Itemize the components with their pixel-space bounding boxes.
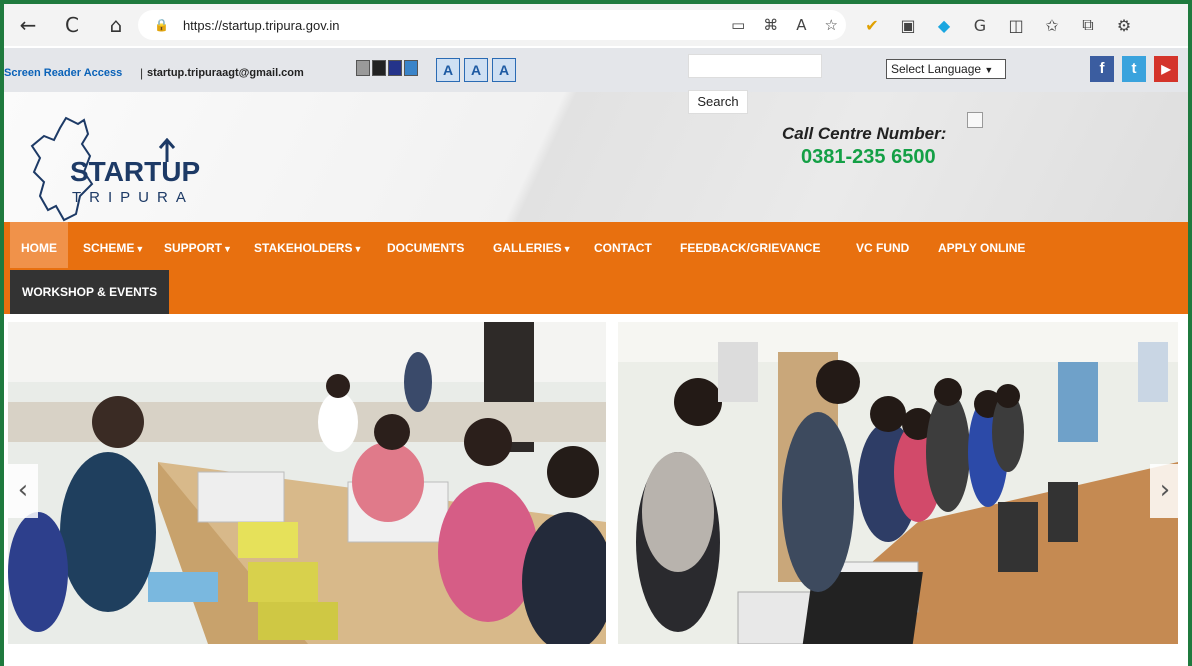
read-aloud-icon[interactable]: A bbox=[796, 16, 806, 34]
language-select[interactable]: Select Language ▼ bbox=[886, 59, 1006, 79]
split-screen-icon[interactable]: ◫ bbox=[1006, 16, 1026, 35]
nav-label: SCHEME bbox=[83, 241, 135, 255]
browser-toolbar: ← C ⌂ 🔒 https://startup.tripura.gov.in ▭… bbox=[4, 4, 1188, 46]
search-input[interactable] bbox=[688, 54, 822, 78]
favorite-star-icon[interactable]: ☆ bbox=[825, 16, 838, 34]
email-link[interactable]: startup.tripuraagt@gmail.com bbox=[147, 67, 304, 79]
nav-label: CONTACT bbox=[594, 241, 652, 255]
nav-label: HOME bbox=[21, 241, 57, 255]
nav-support[interactable]: SUPPORT▼ bbox=[164, 222, 232, 268]
nav-label: SUPPORT bbox=[164, 241, 223, 255]
call-centre-number[interactable]: 0381-235 6500 bbox=[801, 146, 936, 169]
font-size-large-button[interactable]: A bbox=[492, 58, 516, 82]
chevron-down-icon: ▼ bbox=[984, 65, 994, 75]
nav-label: FEEDBACK/GRIEVANCE bbox=[680, 241, 821, 255]
collections-icon[interactable]: ⧉ bbox=[1078, 15, 1098, 35]
broken-image-icon bbox=[967, 112, 983, 128]
main-nav: HOME SCHEME▼ SUPPORT▼ STAKEHOLDERS▼ DOCU… bbox=[4, 222, 1188, 314]
twitter-icon[interactable]: t bbox=[1122, 56, 1146, 82]
nav-label: APPLY ONLINE bbox=[938, 241, 1026, 255]
home-icon[interactable]: ⌂ bbox=[98, 9, 134, 41]
refresh-icon[interactable]: C bbox=[54, 9, 90, 41]
extension-gear-icon[interactable]: ⚙ bbox=[1114, 16, 1134, 35]
nav-label: DOCUMENTS bbox=[387, 241, 465, 255]
facebook-icon[interactable]: f bbox=[1090, 56, 1114, 82]
language-select-label: Select Language bbox=[891, 62, 982, 76]
nav-vc-fund[interactable]: VC FUND bbox=[856, 222, 909, 268]
nav-home[interactable]: HOME bbox=[10, 222, 68, 268]
caret-down-icon: ▼ bbox=[223, 244, 232, 254]
favorites-icon[interactable]: ✩ bbox=[1042, 16, 1062, 35]
slide-photo-right[interactable] bbox=[618, 322, 1178, 644]
contrast-option-blue[interactable] bbox=[404, 60, 418, 76]
extension-shield-icon[interactable]: ◆ bbox=[934, 16, 954, 35]
nav-label: WORKSHOP & EVENTS bbox=[22, 285, 158, 299]
image-slider: ‹ › bbox=[4, 322, 1188, 666]
nav-galleries[interactable]: GALLERIES▼ bbox=[493, 222, 572, 268]
back-icon[interactable]: ← bbox=[10, 9, 46, 41]
call-centre-label: Call Centre Number: bbox=[782, 124, 947, 143]
extension-g-icon[interactable]: G bbox=[970, 16, 990, 35]
font-size-normal-button[interactable]: A bbox=[464, 58, 488, 82]
caret-down-icon: ▼ bbox=[353, 244, 363, 254]
slider-prev-button[interactable]: ‹ bbox=[8, 464, 38, 518]
youtube-icon[interactable]: ▶ bbox=[1154, 56, 1178, 82]
nav-label: GALLERIES bbox=[493, 241, 562, 255]
nav-label: VC FUND bbox=[856, 241, 910, 255]
extension-square-icon[interactable]: ▣ bbox=[898, 16, 918, 35]
contrast-option-black[interactable] bbox=[372, 60, 386, 76]
arrow-up-icon bbox=[158, 138, 176, 162]
nav-apply-online[interactable]: APPLY ONLINE bbox=[938, 222, 1025, 268]
social-links: f t ▶ bbox=[1090, 56, 1178, 82]
caret-down-icon: ▼ bbox=[135, 244, 145, 254]
nav-label: STAKEHOLDERS bbox=[254, 241, 353, 255]
contrast-option-navy[interactable] bbox=[388, 60, 402, 76]
slide-photo-left[interactable] bbox=[8, 322, 606, 644]
slider-next-button[interactable]: › bbox=[1150, 464, 1180, 518]
logo-subtitle[interactable]: TRIPURA bbox=[72, 189, 194, 206]
contrast-switcher bbox=[356, 60, 418, 76]
screen-reader-link[interactable]: Screen Reader Access bbox=[4, 67, 122, 79]
address-bar[interactable]: 🔒 https://startup.tripura.gov.in ▭ ⌘ A ☆ bbox=[138, 10, 846, 40]
app-icon[interactable]: ▭ bbox=[731, 16, 745, 34]
logo-title[interactable]: STARTUP bbox=[70, 156, 200, 188]
nav-feedback[interactable]: FEEDBACK/GRIEVANCE bbox=[680, 222, 820, 268]
lock-icon[interactable]: 🔒 bbox=[154, 18, 169, 32]
extension-check-icon[interactable]: ✔ bbox=[862, 16, 882, 35]
caret-down-icon: ▼ bbox=[562, 244, 572, 254]
nav-contact[interactable]: CONTACT bbox=[594, 222, 652, 268]
nav-workshop-events[interactable]: WORKSHOP & EVENTS bbox=[10, 270, 170, 314]
font-size-small-button[interactable]: A bbox=[436, 58, 460, 82]
nav-scheme[interactable]: SCHEME▼ bbox=[83, 222, 144, 268]
separator: | bbox=[140, 66, 144, 80]
utility-bar: Screen Reader Access | startup.tripuraag… bbox=[4, 48, 1188, 114]
search-button[interactable]: Search bbox=[688, 90, 748, 114]
nav-stakeholders[interactable]: STAKEHOLDERS▼ bbox=[254, 222, 362, 268]
url-text: https://startup.tripura.gov.in bbox=[182, 17, 340, 33]
font-size-controls: A A A bbox=[436, 58, 516, 82]
site-header: STARTUP TRIPURA Call Centre Number: 0381… bbox=[4, 92, 1188, 224]
browser-window: ← C ⌂ 🔒 https://startup.tripura.gov.in ▭… bbox=[4, 4, 1188, 666]
contrast-option-gray[interactable] bbox=[356, 60, 370, 76]
nav-documents[interactable]: DOCUMENTS bbox=[387, 222, 464, 268]
qr-icon[interactable]: ⌘ bbox=[763, 16, 778, 34]
